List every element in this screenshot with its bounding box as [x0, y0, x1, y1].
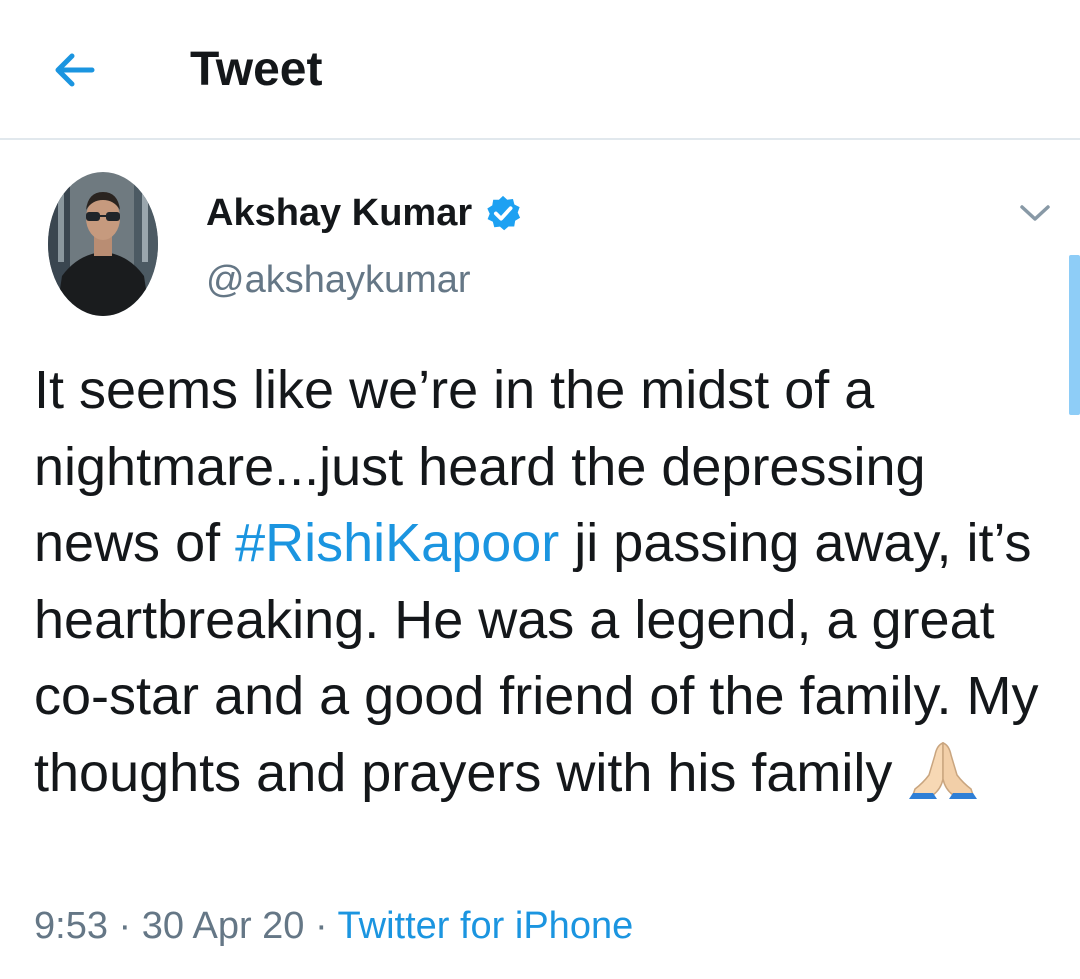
tweet-date: 30 Apr 20: [141, 905, 305, 947]
tweet-menu-button[interactable]: [1010, 195, 1060, 231]
tweet-text: It seems like we’re in the midst of a ni…: [34, 352, 1054, 811]
app-header: Tweet: [0, 0, 1080, 140]
verified-badge-icon: [487, 195, 521, 231]
folded-hands-emoji: [909, 741, 978, 799]
tweet-time: 9:53: [34, 905, 108, 947]
author-handle: @akshaykumar: [206, 259, 471, 301]
tweet-source-link[interactable]: Twitter for iPhone: [338, 905, 634, 947]
back-button[interactable]: [44, 40, 104, 100]
author-name-row[interactable]: Akshay Kumar: [206, 190, 522, 236]
profile-photo: [48, 172, 158, 316]
page-title: Tweet: [190, 43, 323, 96]
chevron-down-icon: [1020, 205, 1050, 221]
tweet-meta: 9:53 · 30 Apr 20 · Twitter for iPhone: [34, 903, 633, 949]
meta-separator-1: ·: [107, 905, 142, 947]
avatar[interactable]: [48, 172, 158, 316]
author-name: Akshay Kumar: [206, 192, 473, 234]
scrollbar[interactable]: [1069, 255, 1080, 415]
meta-separator-2: ·: [304, 905, 338, 947]
hashtag-link[interactable]: #RishiKapoor: [235, 513, 559, 573]
arrow-left-icon: [55, 53, 95, 87]
